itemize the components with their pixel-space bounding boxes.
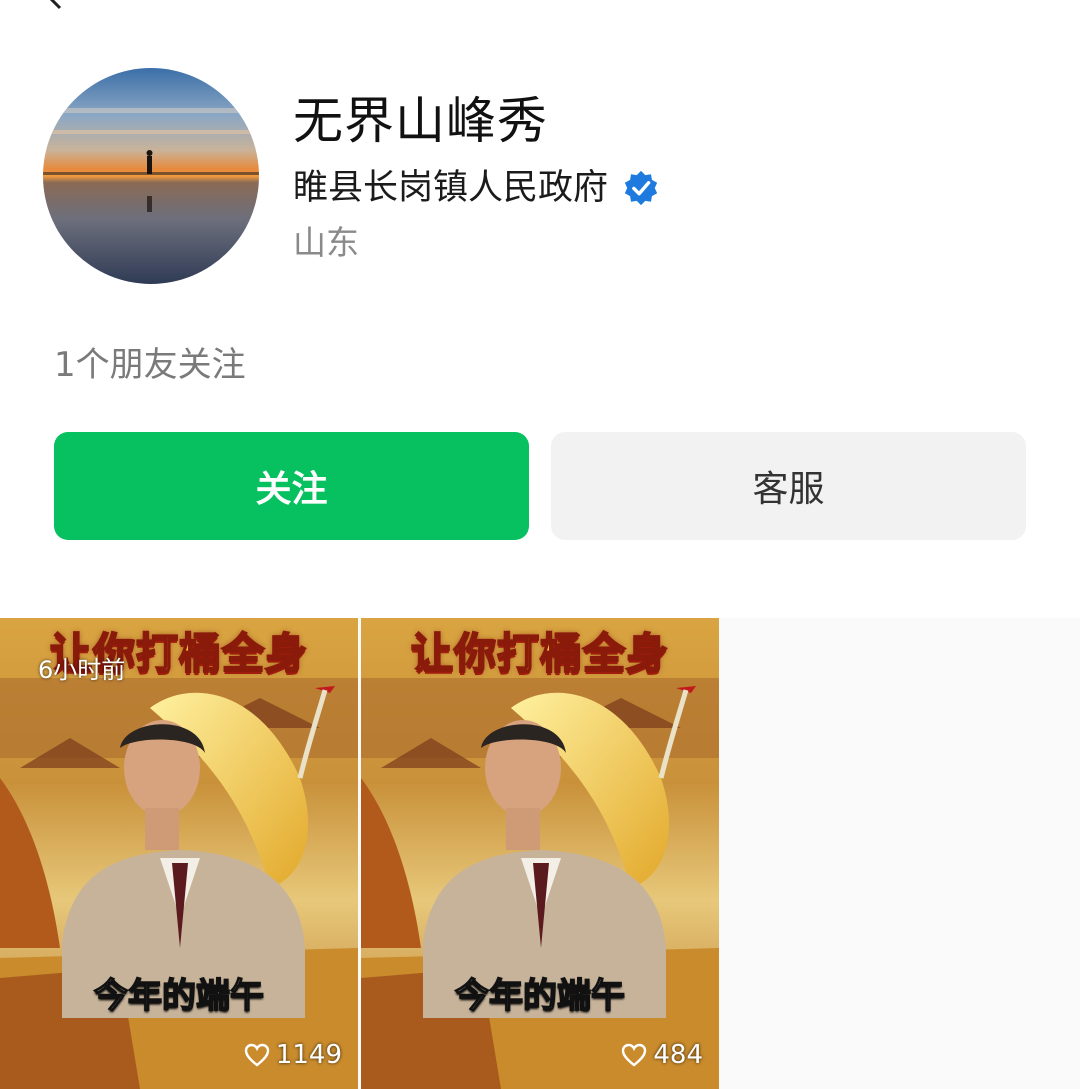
video-timestamp: 6小时前 — [38, 656, 126, 684]
follow-button[interactable]: 关注 — [54, 432, 529, 540]
video-thumbnail — [0, 618, 358, 1089]
video-title: 让你打桶全身 — [410, 628, 669, 679]
organization-row: 睢县长岗镇人民政府 — [293, 162, 660, 214]
heart-icon — [622, 1043, 647, 1067]
profile-page: 无界山峰秀 睢县长岗镇人民政府 山东 1个朋友关注 关注 客服 让你打桶全身 6… — [0, 0, 1080, 1089]
friends-following-label[interactable]: 1个朋友关注 — [54, 340, 246, 390]
video-likes: 1149 — [244, 1040, 342, 1070]
likes-count: 1149 — [275, 1040, 342, 1070]
likes-count: 484 — [653, 1040, 703, 1070]
account-name: 无界山峰秀 — [293, 92, 548, 150]
video-likes: 484 — [621, 1040, 703, 1070]
heart-icon — [244, 1043, 270, 1067]
video-caption: 今年的端午 — [93, 975, 265, 1017]
video-tile[interactable]: 让你打桶全身 6小时前 今年的端午 1149 — [0, 618, 358, 1089]
video-tile[interactable]: 让你打桶全身 今年的端午 484 — [361, 618, 719, 1089]
customer-service-button[interactable]: 客服 — [551, 432, 1026, 540]
avatar[interactable] — [43, 68, 259, 284]
back-arrow-icon[interactable] — [44, 0, 68, 10]
video-caption: 今年的端午 — [454, 975, 626, 1017]
verified-badge-icon — [624, 170, 658, 206]
organization-name: 睢县长岗镇人民政府 — [293, 168, 609, 208]
region-label: 山东 — [293, 223, 359, 262]
video-thumbnail — [361, 618, 719, 1089]
